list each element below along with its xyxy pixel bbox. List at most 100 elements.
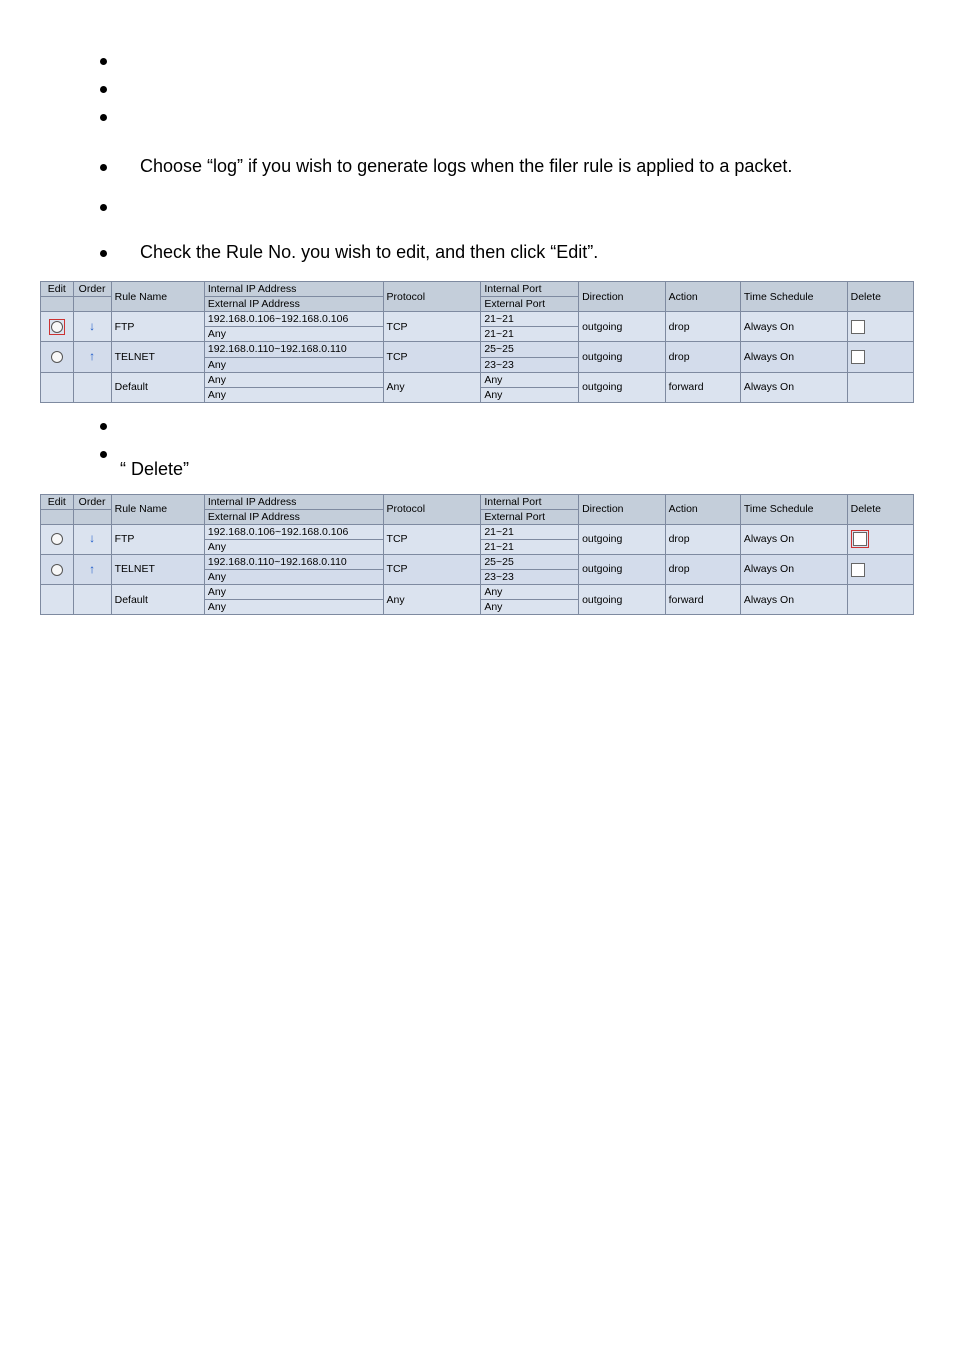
action: forward [665,585,740,615]
protocol: TCP [383,554,481,584]
protocol: Any [383,372,481,402]
bullet-empty [100,78,914,106]
highlight-box [49,319,65,335]
action: drop [665,312,740,342]
edit-radio[interactable] [51,533,63,545]
th-external-port: External Port [481,509,579,524]
action: drop [665,524,740,554]
action: drop [665,554,740,584]
internal-ip: 192.168.0.106~192.168.0.106 [204,312,383,327]
th-external-ip: External IP Address [204,297,383,312]
th-protocol: Protocol [383,282,481,312]
external-port: Any [481,387,579,402]
th-delete: Delete [847,282,913,312]
internal-port: 21~21 [481,524,579,539]
external-ip: Any [204,600,383,615]
action: forward [665,372,740,402]
direction: outgoing [579,524,666,554]
th-order: Order [73,494,111,509]
rules-table-edit: Edit Order Rule Name Internal IP Address… [40,281,914,403]
action: drop [665,342,740,372]
external-ip: Any [204,357,383,372]
external-ip: Any [204,539,383,554]
th-internal-port: Internal Port [481,282,579,297]
protocol: TCP [383,342,481,372]
time-schedule: Always On [740,372,847,402]
external-port: 23~23 [481,570,579,585]
table-row: ↑ TELNET 192.168.0.110~192.168.0.110 TCP… [41,342,914,357]
external-port: 23~23 [481,357,579,372]
time-schedule: Always On [740,554,847,584]
table-row: Default Any Any Any outgoing forward Alw… [41,372,914,387]
th-protocol: Protocol [383,494,481,524]
bullet-empty [100,443,914,459]
th-internal-port: Internal Port [481,494,579,509]
internal-port: Any [481,372,579,387]
th-internal-ip: Internal IP Address [204,494,383,509]
direction: outgoing [579,342,666,372]
direction: outgoing [579,554,666,584]
delete-checkbox[interactable] [851,350,865,364]
protocol: TCP [383,524,481,554]
edit-radio[interactable] [51,564,63,576]
th-time: Time Schedule [740,282,847,312]
rule-name: TELNET [111,342,204,372]
th-edit: Edit [41,494,74,509]
direction: outgoing [579,372,666,402]
internal-port: 25~25 [481,554,579,569]
delete-checkbox[interactable] [851,320,865,334]
external-ip: Any [204,570,383,585]
internal-ip: Any [204,585,383,600]
arrow-down-icon[interactable]: ↓ [89,532,95,546]
delete-checkbox[interactable] [853,532,867,546]
bullet-empty [100,415,914,443]
bullet-edit: Check the Rule No. you wish to edit, and… [100,242,914,264]
protocol: TCP [383,312,481,342]
table-row: ↓ FTP 192.168.0.106~192.168.0.106 TCP 21… [41,524,914,539]
th-rule-name: Rule Name [111,282,204,312]
th-edit: Edit [41,282,74,297]
th-rule-name: Rule Name [111,494,204,524]
rule-name: Default [111,585,204,615]
arrow-down-icon[interactable]: ↓ [89,320,95,334]
time-schedule: Always On [740,312,847,342]
internal-port: 21~21 [481,312,579,327]
table-row: Default Any Any Any outgoing forward Alw… [41,585,914,600]
external-port: 21~21 [481,539,579,554]
th-order: Order [73,282,111,297]
arrow-up-icon[interactable]: ↑ [89,350,95,364]
direction: outgoing [579,312,666,342]
highlight-box [851,530,869,548]
time-schedule: Always On [740,524,847,554]
external-port: Any [481,600,579,615]
rule-name: TELNET [111,554,204,584]
external-port: 21~21 [481,327,579,342]
time-schedule: Always On [740,342,847,372]
rule-name: FTP [111,524,204,554]
rule-name: FTP [111,312,204,342]
direction: outgoing [579,585,666,615]
th-internal-ip: Internal IP Address [204,282,383,297]
external-ip: Any [204,387,383,402]
internal-port: 25~25 [481,342,579,357]
bullet-log: Choose “log” if you wish to generate log… [100,156,914,178]
edit-radio[interactable] [51,351,63,363]
th-direction: Direction [579,494,666,524]
protocol: Any [383,585,481,615]
th-external-port: External Port [481,297,579,312]
th-action: Action [665,494,740,524]
internal-ip: 192.168.0.106~192.168.0.106 [204,524,383,539]
delete-line: “ Delete” [120,459,914,480]
rules-table-delete: Edit Order Rule Name Internal IP Address… [40,494,914,616]
arrow-up-icon[interactable]: ↑ [89,563,95,577]
delete-checkbox[interactable] [851,563,865,577]
bullet-empty [100,50,914,78]
time-schedule: Always On [740,585,847,615]
edit-radio[interactable] [51,321,63,333]
th-action: Action [665,282,740,312]
th-delete: Delete [847,494,913,524]
bullet-empty [100,196,914,224]
table-row: ↑ TELNET 192.168.0.110~192.168.0.110 TCP… [41,554,914,569]
internal-ip: Any [204,372,383,387]
external-ip: Any [204,327,383,342]
